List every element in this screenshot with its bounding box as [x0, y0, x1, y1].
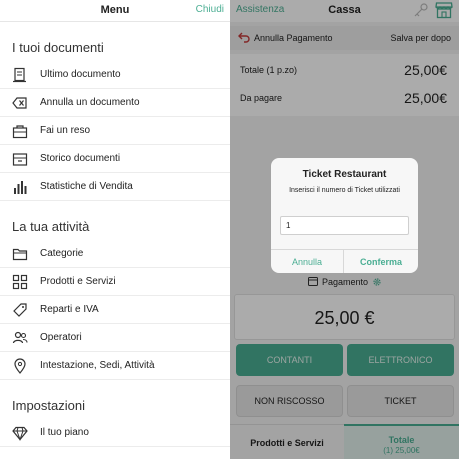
- bar-chart-icon: [12, 179, 28, 195]
- menu-item-categorie[interactable]: Categorie: [0, 240, 230, 268]
- menu-item-reparti-iva[interactable]: Reparti e IVA: [0, 296, 230, 324]
- menu-item-label: Intestazione, Sedi, Attività: [40, 360, 155, 371]
- delete-document-icon: [12, 95, 28, 111]
- dialog-confirm-button[interactable]: Conferma: [344, 250, 418, 273]
- section-title-settings: Impostazioni: [12, 398, 85, 413]
- grid-icon: [12, 274, 28, 290]
- menu-item-annulla-documento[interactable]: Annulla un documento: [0, 89, 230, 117]
- close-menu-button[interactable]: Chiudi: [196, 4, 224, 15]
- menu-item-statistiche[interactable]: Statistiche di Vendita: [0, 173, 230, 201]
- menu-item-storico-documenti[interactable]: Storico documenti: [0, 145, 230, 173]
- dialog-buttons: Annulla Conferma: [271, 249, 418, 273]
- menu-item-label: Storico documenti: [40, 153, 121, 164]
- menu-item-label: Reparti e IVA: [40, 304, 99, 315]
- menu-item-label: Annulla un documento: [40, 97, 140, 108]
- menu-item-label: Fai un reso: [40, 125, 91, 136]
- menu-item-label: Il tuo piano: [40, 427, 89, 438]
- menu-item-intestazione[interactable]: Intestazione, Sedi, Attività: [0, 352, 230, 380]
- menu-item-label: Categorie: [40, 248, 84, 259]
- menu-item-fai-reso[interactable]: Fai un reso: [0, 117, 230, 145]
- menu-item-ultimo-documento[interactable]: Ultimo documento: [0, 61, 230, 89]
- users-icon: [12, 330, 28, 346]
- menu-item-label: Statistiche di Vendita: [40, 181, 133, 192]
- menu-item-label: Ultimo documento: [40, 69, 121, 80]
- diamond-icon: [12, 425, 28, 441]
- menu-item-piano[interactable]: Il tuo piano: [0, 419, 230, 447]
- tag-icon: [12, 302, 28, 318]
- folder-icon: [12, 246, 28, 262]
- ticket-restaurant-dialog: Ticket Restaurant Inserisci il numero di…: [271, 158, 418, 273]
- dialog-title: Ticket Restaurant: [302, 169, 387, 180]
- receipt-icon: [12, 67, 28, 83]
- menu-item-prodotti[interactable]: Prodotti e Servizi: [0, 268, 230, 296]
- location-pin-icon: [12, 358, 28, 374]
- menu-item-label: Operatori: [40, 332, 82, 343]
- dialog-message: Inserisci il numero di Ticket utilizzati: [289, 187, 400, 194]
- section-title-documents: I tuoi documenti: [12, 40, 104, 55]
- menu-header: Menu Chiudi: [0, 0, 230, 22]
- menu-item-label: Prodotti e Servizi: [40, 276, 116, 287]
- side-menu: Menu Chiudi I tuoi documenti Ultimo docu…: [0, 0, 230, 459]
- menu-item-operatori[interactable]: Operatori: [0, 324, 230, 352]
- dialog-cancel-button[interactable]: Annulla: [271, 250, 344, 273]
- archive-icon: [12, 151, 28, 167]
- section-title-activity: La tua attività: [12, 219, 90, 234]
- return-bag-icon: [12, 123, 28, 139]
- ticket-count-input[interactable]: [280, 216, 409, 235]
